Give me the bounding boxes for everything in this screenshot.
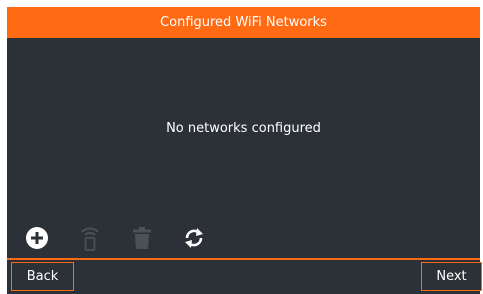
delete-network-button[interactable] — [130, 225, 154, 251]
empty-state-message: No networks configured — [166, 121, 321, 136]
next-button[interactable]: Next — [421, 262, 482, 291]
page-title: Configured WiFi Networks — [160, 15, 327, 30]
connect-network-button[interactable] — [78, 225, 102, 251]
refresh-button[interactable] — [182, 225, 206, 251]
refresh-icon — [185, 228, 203, 248]
title-bar: Configured WiFi Networks — [7, 7, 480, 38]
wifi-networks-screen: Configured WiFi Networks No networks con… — [7, 7, 482, 294]
footer-divider — [7, 258, 480, 260]
back-button[interactable]: Back — [11, 262, 74, 291]
wifi-signal-icon — [81, 227, 99, 251]
trash-icon — [133, 227, 151, 249]
add-network-button[interactable] — [25, 225, 49, 251]
add-circle-icon — [26, 227, 48, 249]
